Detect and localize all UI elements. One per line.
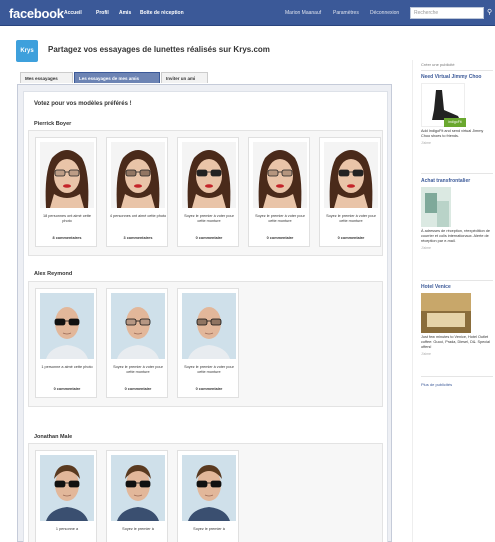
main-panel: Votez pour vos modèles préférés ! Pierri…: [17, 84, 392, 542]
facebook-topbar: facebook Accueil Profil Amis Boîte de ré…: [0, 0, 495, 26]
vote-caption[interactable]: Soyez le premier à voter pour cette mont…: [178, 365, 240, 375]
tab-my-tries[interactable]: Mes essayages: [20, 72, 73, 83]
friend-name[interactable]: Alex Reymond: [34, 271, 72, 277]
more-ads-link[interactable]: Plus de publicités: [421, 382, 452, 387]
comments-link[interactable]: 0 commentaire: [36, 387, 98, 391]
nav-user[interactable]: Marion Maanauf: [285, 10, 321, 16]
vote-caption[interactable]: Soyez le premier à: [107, 527, 169, 532]
search-icon[interactable]: ⚲: [487, 9, 493, 16]
friend-name[interactable]: Pierrick Boyer: [34, 121, 71, 127]
nav-settings[interactable]: Paramètres: [333, 10, 359, 16]
photo-card[interactable]: Soyez le premier à voter pour cette mont…: [177, 288, 239, 398]
photo-card[interactable]: 1 personne a aimé cette photo 0 commentai…: [35, 288, 97, 398]
divider: [421, 173, 493, 174]
page: facebook Accueil Profil Amis Boîte de ré…: [0, 0, 495, 542]
nav-home[interactable]: Accueil: [64, 10, 82, 16]
glasses-tryon-photo[interactable]: [111, 455, 165, 521]
vote-caption[interactable]: 1 personne a aimé cette photo: [36, 365, 98, 370]
divider: [421, 70, 493, 71]
votes-container: Votez pour vos modèles préférés ! Pierri…: [23, 91, 388, 542]
photo-card[interactable]: Soyez le premier à voter pour cette mont…: [106, 288, 168, 398]
comments-link[interactable]: 0 commentaire: [320, 236, 382, 240]
photo-card[interactable]: Soyez le premier à voter pour cette mont…: [319, 137, 381, 247]
app-title: Partagez vos essayages de lunettes réali…: [48, 45, 270, 54]
nav-inbox[interactable]: Boîte de réception: [140, 10, 184, 16]
photo-card[interactable]: Soyez le premier à voter pour cette mont…: [248, 137, 310, 247]
vote-caption[interactable]: Soyez le premier à voter pour cette mont…: [249, 214, 311, 224]
glasses-tryon-photo[interactable]: [324, 142, 378, 208]
vote-caption[interactable]: Soyez le premier à voter pour cette mont…: [107, 365, 169, 375]
ad-like-link[interactable]: J'aime: [421, 141, 491, 145]
glasses-tryon-photo[interactable]: [40, 142, 94, 208]
tab-friends-tries[interactable]: Les essayages de mes amis: [74, 72, 160, 83]
friend-gallery: 1 personne a aimé cette photo 0 commentai…: [28, 281, 383, 407]
glasses-tryon-photo[interactable]: [40, 293, 94, 359]
photo-card[interactable]: 18 personnes ont aimé cette photo 8 comme…: [35, 137, 97, 247]
vote-caption[interactable]: Soyez le premier à: [178, 527, 240, 532]
glasses-tryon-photo[interactable]: [253, 142, 307, 208]
comments-link[interactable]: 3 commentaires: [107, 236, 169, 240]
create-ad-link[interactable]: Créer une publicité: [421, 62, 455, 67]
vote-caption[interactable]: 1 personne a: [36, 527, 98, 532]
ad-image-office[interactable]: [421, 187, 451, 227]
friend-gallery: 18 personnes ont aimé cette photo 8 comme…: [28, 130, 383, 256]
comments-link[interactable]: 0 commentaire: [178, 387, 240, 391]
glasses-tryon-photo[interactable]: [182, 455, 236, 521]
photo-card[interactable]: 1 personne a: [35, 450, 97, 542]
vote-caption[interactable]: Soyez le premier à voter pour cette mont…: [320, 214, 382, 224]
divider: [421, 376, 493, 377]
photo-card[interactable]: 4 personnes ont aimé cette photo 3 commen…: [106, 137, 168, 247]
ad-item[interactable]: Achat transfrontalier À adresses de réce…: [421, 178, 491, 250]
vote-caption[interactable]: 4 personnes ont aimé cette photo: [107, 214, 169, 219]
photo-card[interactable]: Soyez le premier à: [177, 450, 239, 542]
ad-image-shoe[interactable]: indigoFit: [421, 83, 466, 127]
facebook-logo[interactable]: facebook: [9, 6, 64, 21]
glasses-tryon-photo[interactable]: [182, 142, 236, 208]
vote-heading: Votez pour vos modèles préférés !: [34, 101, 132, 107]
ad-item[interactable]: Hotel Venice Just few minutes to Venice,…: [421, 284, 491, 356]
ads-sidebar: Créer une publicité Need Virtual Jimmy C…: [412, 60, 493, 542]
tab-invite[interactable]: Inviter un ami: [161, 72, 208, 83]
glasses-tryon-photo[interactable]: [111, 293, 165, 359]
vote-caption[interactable]: Soyez le premier à voter pour cette mont…: [178, 214, 240, 224]
divider: [421, 280, 493, 281]
photo-card[interactable]: Soyez le premier à voter pour cette mont…: [177, 137, 239, 247]
glasses-tryon-photo[interactable]: [40, 455, 94, 521]
ad-title[interactable]: Need Virtual Jimmy Choo: [421, 74, 491, 80]
ad-description: Add IndigoFit and send virtual Jimmy Cho…: [421, 129, 484, 138]
ad-like-link[interactable]: J'aime: [421, 246, 491, 250]
ad-description: Just few minutes to Venice, Hotel Outlet…: [421, 335, 490, 349]
ad-badge: indigoFit: [444, 118, 466, 127]
ad-title[interactable]: Hotel Venice: [421, 284, 491, 290]
photo-card[interactable]: Soyez le premier à: [106, 450, 168, 542]
friend-gallery: 1 personne a Soyez le premier à Soyez le p…: [28, 443, 383, 542]
ad-like-link[interactable]: J'aime: [421, 352, 491, 356]
nav-friends[interactable]: Amis: [119, 10, 131, 16]
vote-caption[interactable]: 18 personnes ont aimé cette photo: [36, 214, 98, 224]
ad-description: À adresses de réception, réexpédition de…: [421, 229, 491, 243]
ad-title[interactable]: Achat transfrontalier: [421, 178, 491, 184]
glasses-tryon-photo[interactable]: [182, 293, 236, 359]
comments-link[interactable]: 0 commentaire: [107, 387, 169, 391]
search-input[interactable]: Recherche: [410, 7, 484, 19]
ad-item[interactable]: Need Virtual Jimmy Choo indigoFit Add In…: [421, 74, 491, 145]
glasses-tryon-photo[interactable]: [111, 142, 165, 208]
nav-profile[interactable]: Profil: [96, 10, 109, 16]
comments-link[interactable]: 8 commentaires: [36, 236, 98, 240]
krys-logo: Krys: [16, 40, 38, 62]
friend-name[interactable]: Jonathan Male: [34, 434, 72, 440]
nav-logout[interactable]: Déconnexion: [370, 10, 399, 16]
ad-image-hotel[interactable]: [421, 293, 471, 333]
comments-link[interactable]: 0 commentaire: [249, 236, 311, 240]
comments-link[interactable]: 0 commentaire: [178, 236, 240, 240]
